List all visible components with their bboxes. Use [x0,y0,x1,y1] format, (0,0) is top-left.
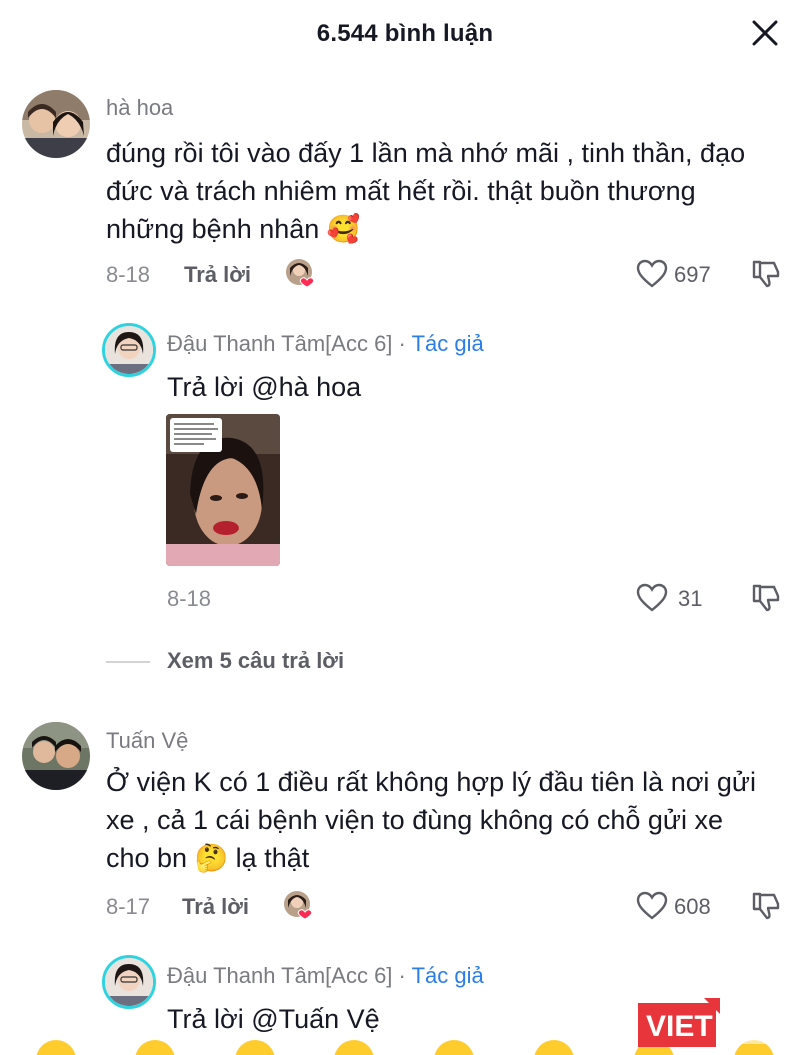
avatar[interactable] [22,722,90,790]
separator-dot: · [398,963,406,988]
reply-username-line: Đậu Thanh Tâm[Acc 6] · Tác giả [167,331,484,357]
reply-button[interactable]: Trả lời [184,262,251,288]
reply-text: Trả lời @hà hoa [167,372,362,402]
like-count: 608 [674,894,711,919]
close-icon[interactable] [750,18,780,48]
comment-username[interactable]: Tuấn Vệ [106,728,188,754]
author-tag: Tác giả [411,963,484,988]
reply-username[interactable]: Đậu Thanh Tâm[Acc 6] [167,963,392,988]
watermark-text: VIET [646,1010,713,1043]
separator-dot: · [398,331,406,356]
comment-count-title: 6.544 bình luận [316,20,494,47]
reply-username-line: Đậu Thanh Tâm[Acc 6] · Tác giả [167,963,484,989]
heart-outline-icon[interactable] [636,582,668,614]
liked-by-creator-icon [286,259,315,288]
author-avatar[interactable] [102,955,156,1009]
vietnamnet-logo: VIET [638,998,810,1047]
avatar[interactable] [22,90,90,158]
view-more-replies-button[interactable]: Xem 5 câu trả lời [167,648,344,674]
comment-text: đúng rồi tôi vào đấy 1 lần mà nhớ mãi , … [106,138,746,244]
comment-username[interactable]: hà hoa [106,95,173,121]
dislike-icon[interactable] [750,890,782,922]
comment-text: Ở viện K có 1 điều rất không hợp lý đầu … [106,767,757,873]
comment-date: 8-17 [106,894,151,919]
comment-date: 8-18 [106,262,151,287]
dislike-icon[interactable] [750,582,782,614]
like-count: 697 [674,262,711,287]
heart-outline-icon[interactable] [636,258,668,290]
reply-date: 8-18 [167,586,212,611]
divider [106,661,150,663]
reply-button[interactable]: Trả lời [182,894,249,920]
author-avatar[interactable] [102,323,156,377]
liked-by-creator-icon [284,891,313,920]
heart-outline-icon[interactable] [636,890,668,922]
comments-header: 6.544 bình luận [0,0,810,66]
reply-text: Trả lời @Tuấn Vệ [167,1004,380,1034]
dislike-icon[interactable] [750,258,782,290]
like-count: 31 [678,586,703,611]
reply-username[interactable]: Đậu Thanh Tâm[Acc 6] [167,331,392,356]
video-reply-thumbnail[interactable] [166,414,280,566]
author-tag: Tác giả [411,331,484,356]
